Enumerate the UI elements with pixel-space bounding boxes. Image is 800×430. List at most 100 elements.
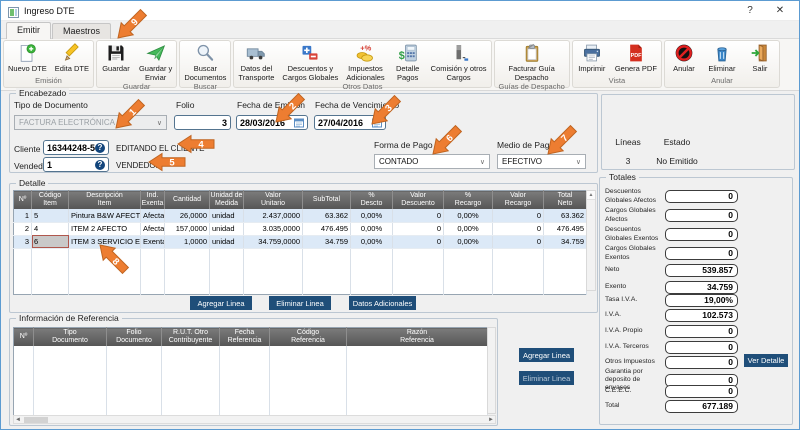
detalle-cell[interactable]: 2.437,0000 <box>244 209 303 222</box>
detalle-cell[interactable]: 1 <box>14 209 32 222</box>
detalle-cell[interactable]: Pintura B&W AFECTO <box>69 209 141 222</box>
toolbar-button-label: Imprimir <box>578 64 605 73</box>
scroll-right-icon[interactable]: ► <box>487 416 495 424</box>
impuestos-adicionales-button[interactable]: +%Impuestos Adicionales <box>342 41 388 82</box>
detalle-cell[interactable]: 2 <box>14 222 32 235</box>
detalle-cell[interactable]: 34.759,0000 <box>244 235 303 248</box>
guardar-y-enviar-button[interactable]: Guardar y Enviar <box>135 41 176 82</box>
detalle-cell[interactable]: 0 <box>493 235 544 248</box>
forma-pago-select[interactable]: CONTADO ∨ <box>374 154 490 169</box>
buscar-documentos-button[interactable]: Buscar Documentos <box>180 41 230 82</box>
detalle-cell[interactable]: 6 <box>32 235 69 248</box>
encabezado-legend: Encabezado <box>16 88 69 98</box>
tab-emitir[interactable]: Emitir <box>6 22 51 39</box>
close-button[interactable]: ✕ <box>765 5 795 16</box>
vendedor-input[interactable]: 1 ? <box>43 157 109 172</box>
calendar-icon[interactable] <box>294 118 304 128</box>
detalle-cell[interactable]: Afecta <box>141 209 165 222</box>
genera-pdf-button[interactable]: PDFGenera PDF <box>611 41 661 76</box>
anular-button[interactable]: Anular <box>665 41 703 76</box>
detalle-cell[interactable]: 5 <box>32 209 69 222</box>
estado-status: Estado No Emitido <box>652 137 702 166</box>
detalle-cell[interactable]: 3 <box>14 235 32 248</box>
detalle-cell[interactable]: 476.495 <box>544 222 587 235</box>
detalle-cell[interactable]: 0 <box>393 222 444 235</box>
detalle-cell[interactable]: 0,00% <box>444 209 493 222</box>
detalle-cell[interactable]: ITEM 3 SERVICIO EXENT <box>69 235 141 248</box>
detalle-cell[interactable]: 0,00% <box>351 209 393 222</box>
edita-dte-button[interactable]: Edita DTE <box>51 41 93 76</box>
detalle-cell[interactable]: 63.362 <box>303 209 351 222</box>
scroll-left-icon[interactable]: ◄ <box>14 416 22 424</box>
detalle-cell[interactable]: 157,0000 <box>165 222 210 235</box>
detalle-cell[interactable]: unidad <box>210 235 244 248</box>
toolbar-group-anular: AnularEliminarSalirAnular <box>664 40 780 88</box>
guardar-button[interactable]: Guardar <box>97 41 135 82</box>
tipo-documento-select[interactable]: FACTURA ELECTRÓNICA ∨ <box>14 115 167 130</box>
total-value[interactable]: 677.189 <box>665 400 738 413</box>
detalle-cell[interactable]: Afecta <box>141 222 165 235</box>
detalle-cell[interactable]: 0,00% <box>351 222 393 235</box>
datos-adicionales-button[interactable]: Datos Adicionales <box>349 296 416 310</box>
detalle-cell[interactable]: 0 <box>393 235 444 248</box>
descuentos-globales-exentos-value[interactable]: 0 <box>665 228 738 241</box>
referencia-hscrollbar[interactable]: ◄ ► <box>13 415 496 424</box>
help-button[interactable]: ? <box>735 5 765 16</box>
detalle-cell[interactable]: 0 <box>493 222 544 235</box>
detalle-cell[interactable]: unidad <box>210 222 244 235</box>
exit-door-icon <box>749 43 771 63</box>
eliminar-linea-button[interactable]: Eliminar Linea <box>269 296 331 310</box>
detalle-cell[interactable]: 0,00% <box>444 222 493 235</box>
detalle-cell[interactable]: unidad <box>210 209 244 222</box>
detalle-cell[interactable]: 26,0000 <box>165 209 210 222</box>
detalle-cell[interactable]: 63.362 <box>544 209 587 222</box>
detalle-cell[interactable]: 0,00% <box>351 235 393 248</box>
facturar-guia-despacho-button[interactable]: Facturar Guía Despacho <box>505 41 559 82</box>
detalle-pagos-button[interactable]: $Detalle Pagos <box>389 41 427 82</box>
fecha-vencimiento-input[interactable]: 27/04/2016 <box>314 115 386 130</box>
referencia-eliminar-linea-button[interactable]: Eliminar Linea <box>519 371 574 385</box>
encabezado-panel: Encabezado Tipo de Documento FACTURA ELE… <box>9 93 598 173</box>
vendedor-help-button[interactable]: ? <box>95 160 105 170</box>
detalle-cell[interactable]: ITEM 2 AFECTO <box>69 222 141 235</box>
salir-button[interactable]: Salir <box>741 41 779 76</box>
cargos-globales-afectos-value[interactable]: 0 <box>665 209 738 222</box>
cliente-help-button[interactable]: ? <box>95 143 105 153</box>
detalle-cell[interactable]: Exenta <box>141 235 165 248</box>
descuentos-globales-afectos-value[interactable]: 0 <box>665 190 738 203</box>
scroll-up-icon[interactable]: ▲ <box>587 191 595 200</box>
detalle-cell[interactable]: 34.759 <box>544 235 587 248</box>
ver-detalle-button[interactable]: Ver Detalle <box>744 354 788 367</box>
comision-y-otros-cargos-button[interactable]: Comisión y otros Cargos <box>427 41 491 82</box>
scrollbar-thumb[interactable] <box>24 417 48 423</box>
detalle-cell[interactable]: 0 <box>393 209 444 222</box>
referencia-vscrollbar[interactable] <box>487 327 496 414</box>
detalle-cell[interactable]: 34.759 <box>303 235 351 248</box>
referencia-agregar-linea-button[interactable]: Agregar Linea <box>519 348 574 362</box>
folio-input[interactable]: 3 <box>174 115 231 130</box>
i-v-a-value[interactable]: 102.573 <box>665 309 738 322</box>
detalle-cell[interactable]: 4 <box>32 222 69 235</box>
neto-value[interactable]: 539.857 <box>665 264 738 277</box>
datos-del-transporte-button[interactable]: Datos del Transporte <box>234 41 278 82</box>
calendar-icon[interactable] <box>372 118 382 128</box>
trash-can-icon <box>711 43 733 63</box>
tab-maestros[interactable]: Maestros <box>52 23 111 39</box>
detalle-cell[interactable]: 0 <box>493 209 544 222</box>
descuentos-y-cargos-globales-button[interactable]: Descuentos y Cargos Globales <box>278 41 342 82</box>
agregar-linea-button[interactable]: Agregar Linea <box>190 296 252 310</box>
cliente-input[interactable]: 16344248-5 ? <box>43 140 109 155</box>
eliminar-button[interactable]: Eliminar <box>703 41 741 76</box>
toolbar-group-buttons: AnularEliminarSalir <box>665 41 779 76</box>
detalle-scrollbar[interactable]: ▲ <box>586 190 596 291</box>
imprimir-button[interactable]: Imprimir <box>573 41 611 76</box>
nuevo-dte-button[interactable]: Nuevo DTE <box>4 41 51 76</box>
detalle-cell[interactable]: 1,0000 <box>165 235 210 248</box>
detalle-cell[interactable]: 476.495 <box>303 222 351 235</box>
i-v-a-propio-value[interactable]: 0 <box>665 325 738 338</box>
cargos-globales-exentos-value[interactable]: 0 <box>665 247 738 260</box>
medio-pago-select[interactable]: EFECTIVO ∨ <box>497 154 586 169</box>
detalle-cell[interactable]: 0,00% <box>444 235 493 248</box>
detalle-cell[interactable]: 3.035,0000 <box>244 222 303 235</box>
fecha-emision-input[interactable]: 28/03/2016 <box>236 115 308 130</box>
